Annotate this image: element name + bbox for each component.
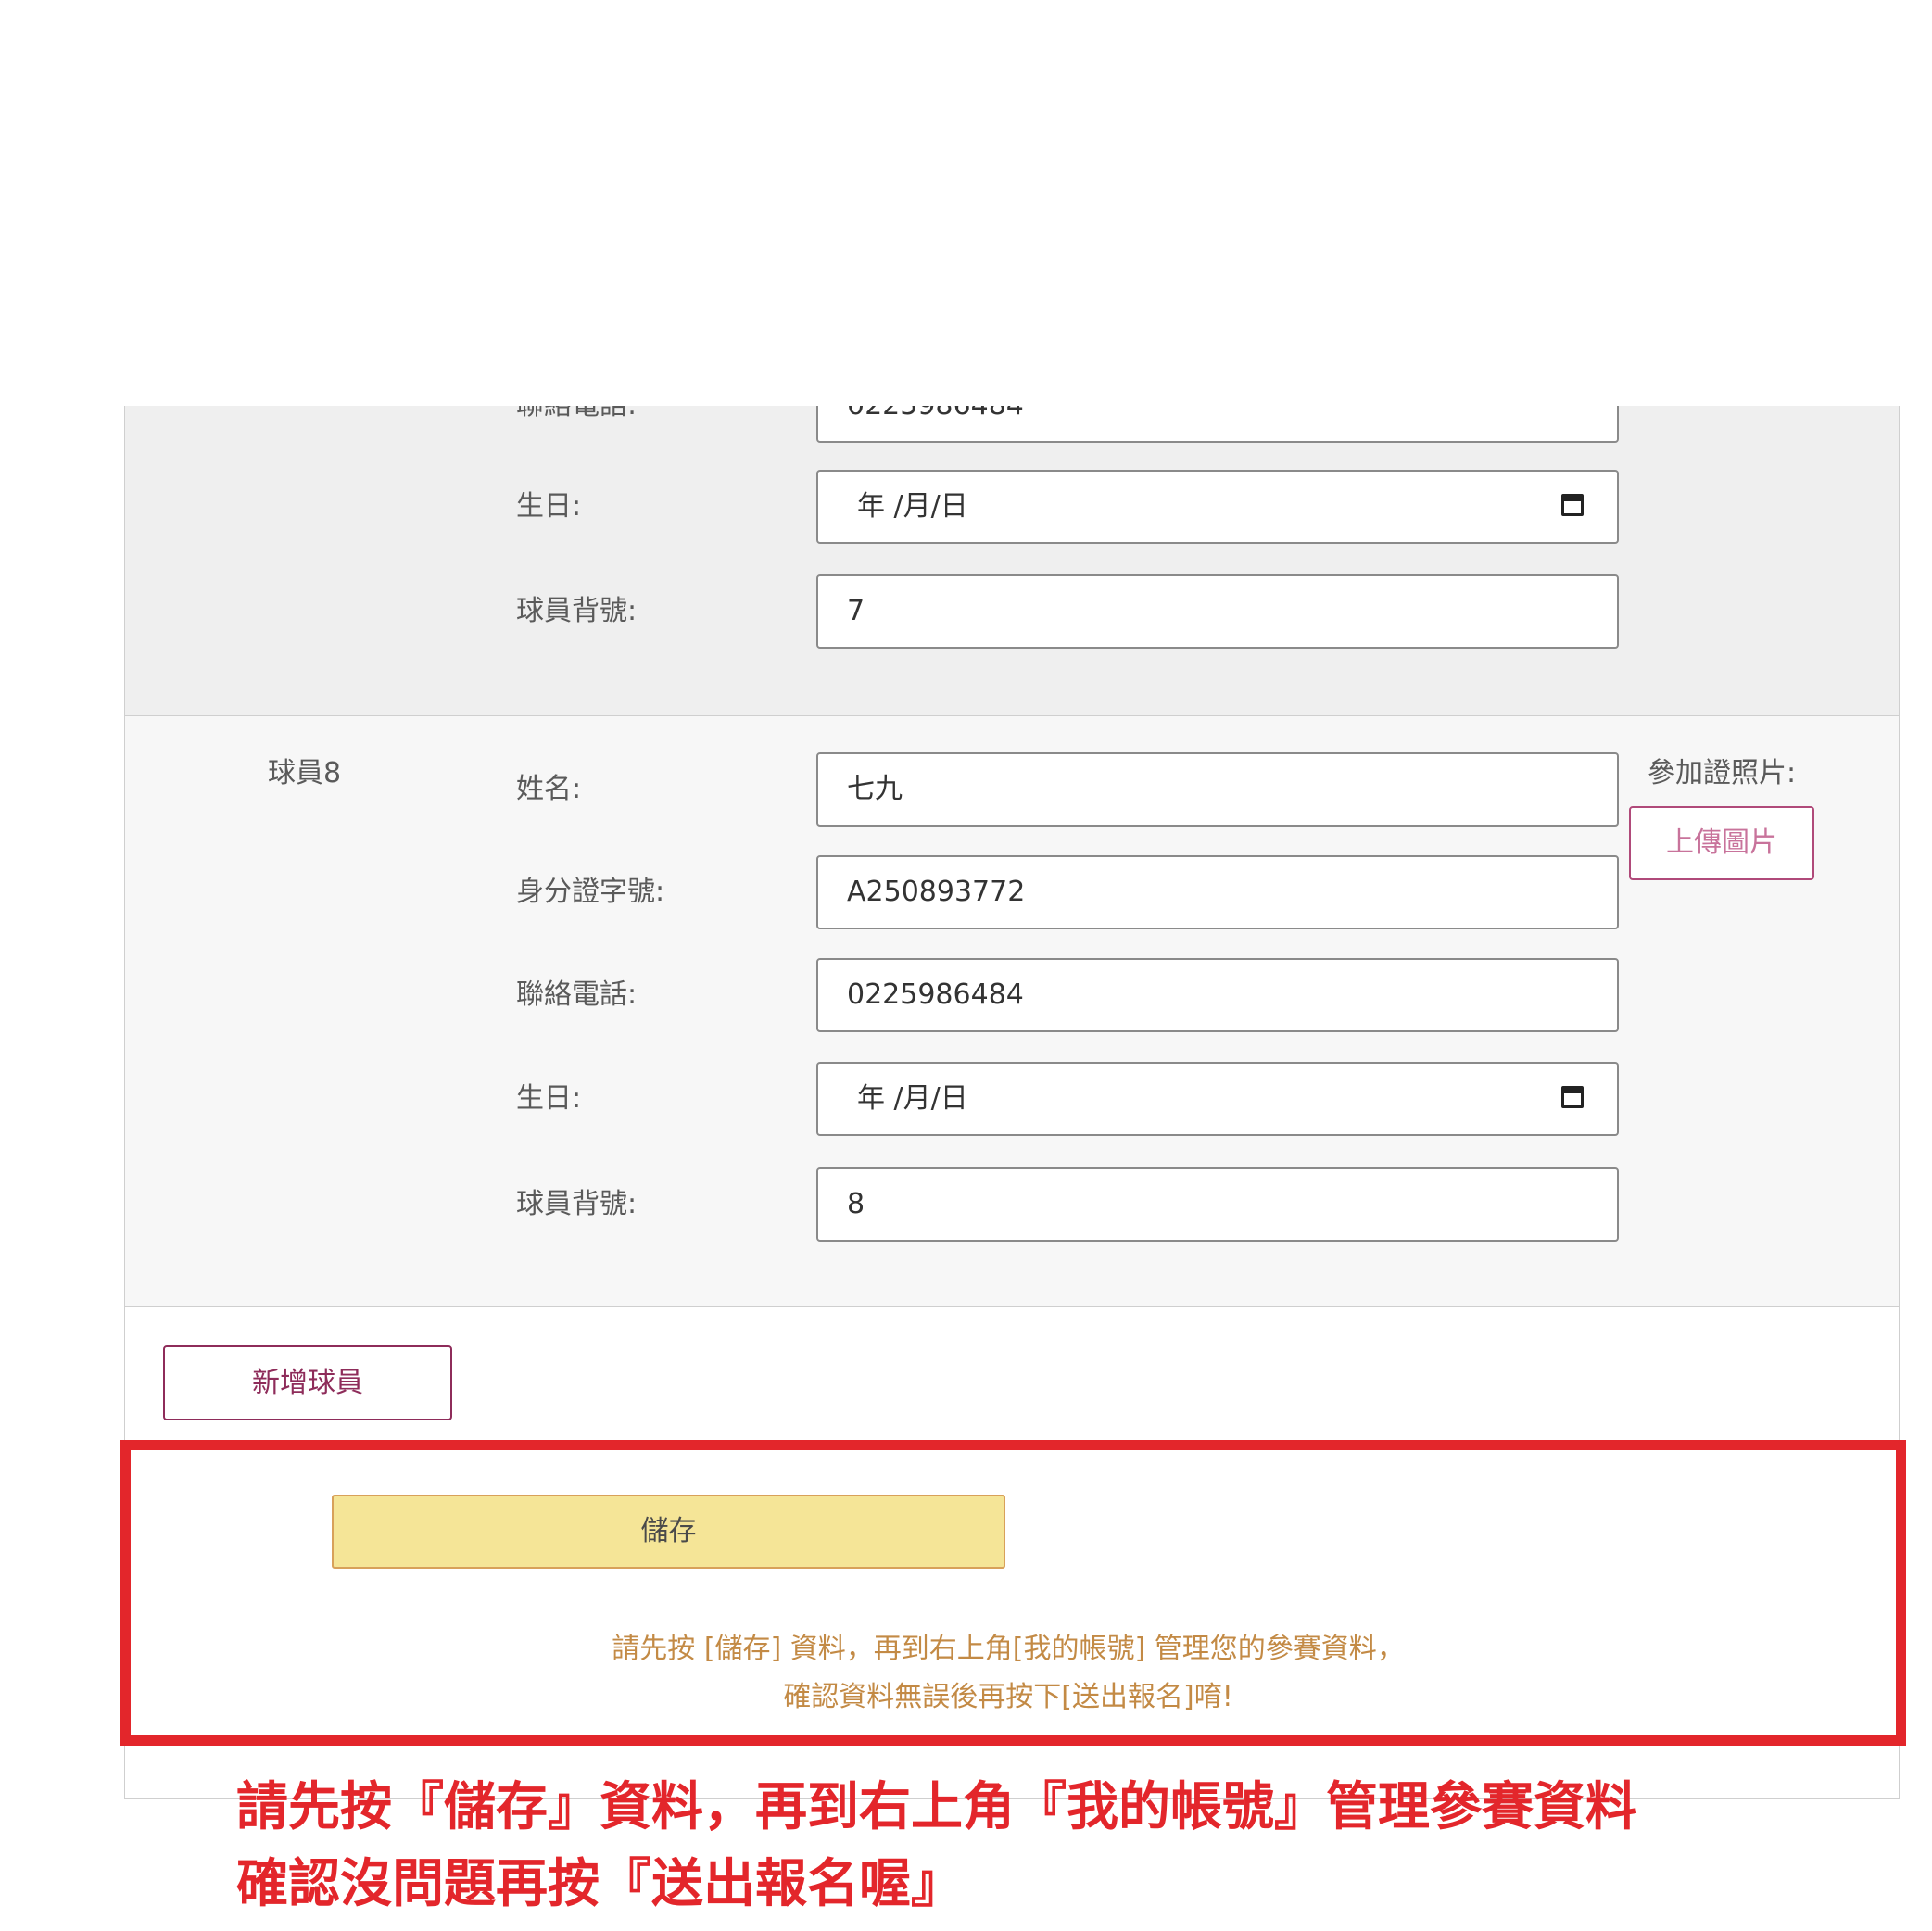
add-player-button[interactable]: 新增球員 — [163, 1345, 452, 1420]
birthday-date-input[interactable]: 年 /月/日 — [816, 1062, 1619, 1136]
phone-label: 聯絡電話: — [516, 406, 637, 424]
date-placeholder: 年 /月/日 — [857, 1082, 968, 1115]
page: 聯絡電話: 0225986484 生日: 年 /月/日 球員背號: 7 姓名: … — [0, 0, 1932, 1931]
jersey-number-field[interactable]: 8 — [816, 1167, 1619, 1242]
name-field[interactable]: 七九 — [816, 752, 1619, 827]
phone-label: 聯絡電話: — [516, 978, 638, 1011]
birthday-label: 生日: — [516, 490, 582, 523]
photo-label: 參加證照片: — [1648, 757, 1797, 789]
birthday-date-input[interactable]: 年 /月/日 — [816, 470, 1619, 544]
annotation-line-1: 請先按『儲存』資料，再到右上角『我的帳號』管理參賽資料 — [236, 1777, 1637, 1837]
calendar-icon[interactable] — [1561, 494, 1584, 516]
annotation-line-2: 確認沒問題再按『送出報名喔』 — [236, 1854, 963, 1914]
notice-line-1: 請先按 [儲存] 資料，再到右上角[我的帳號] 管理您的參賽資料， — [612, 1633, 1405, 1665]
birthday-label: 生日: — [516, 1082, 582, 1115]
phone-field[interactable]: 0225986484 — [816, 406, 1619, 443]
date-placeholder: 年 /月/日 — [857, 490, 968, 523]
id-number-field[interactable]: A250893772 — [816, 855, 1619, 929]
notice-line-2: 確認資料無誤後再按下[送出報名]唷! — [783, 1681, 1233, 1713]
phone-field[interactable]: 0225986484 — [816, 958, 1619, 1032]
name-label: 姓名: — [516, 773, 582, 805]
player-8-section: 姓名: 七九 身分證字號: A250893772 聯絡電話: 022598648… — [125, 716, 1899, 1307]
jersey-number-field[interactable]: 7 — [816, 574, 1619, 649]
jersey-label: 球員背號: — [516, 595, 638, 627]
upload-image-button[interactable]: 上傳圖片 — [1629, 806, 1814, 880]
calendar-icon[interactable] — [1561, 1086, 1584, 1108]
id-number-label: 身分證字號: — [516, 876, 665, 908]
save-button[interactable]: 儲存 — [332, 1495, 1005, 1569]
player-7-section: 聯絡電話: 0225986484 生日: 年 /月/日 球員背號: 7 — [125, 406, 1899, 716]
player-8-title: 球員8 — [268, 757, 342, 789]
jersey-label: 球員背號: — [516, 1188, 638, 1220]
